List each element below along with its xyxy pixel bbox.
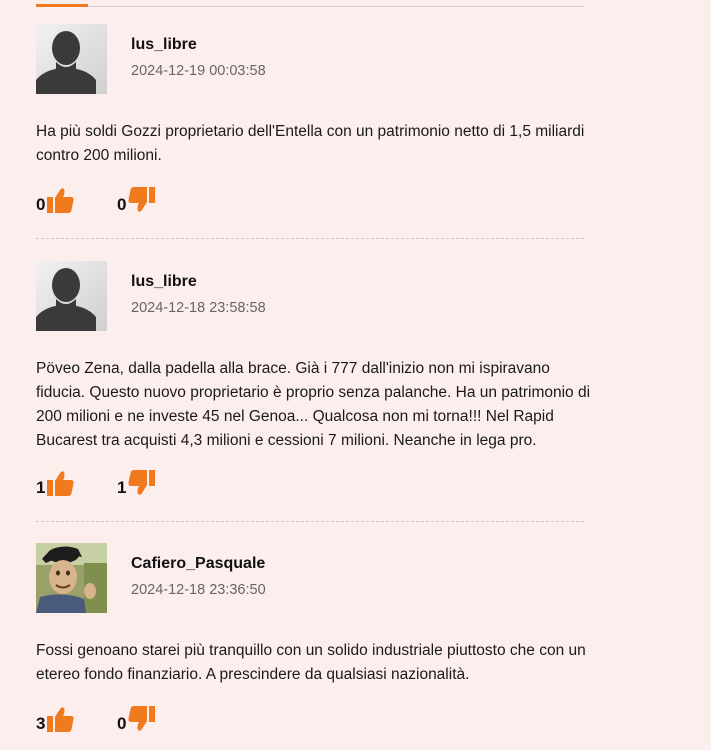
section-accent-bar xyxy=(36,4,88,7)
like-count: 0 xyxy=(36,195,46,214)
comment-date: 2024-12-19 00:03:58 xyxy=(131,63,266,79)
like-button[interactable]: 3 xyxy=(36,706,75,733)
thumbs-down-icon xyxy=(128,470,156,496)
comment-divider xyxy=(36,521,584,522)
dislike-button[interactable]: 0 xyxy=(117,187,156,214)
comment-text: Ha più soldi Gozzi proprietario dell'Ent… xyxy=(36,123,585,164)
like-button[interactable]: 1 xyxy=(36,470,75,497)
dislike-count: 1 xyxy=(117,478,127,497)
thumbs-down-icon xyxy=(128,187,156,213)
dislike-button[interactable]: 1 xyxy=(117,470,156,497)
dislike-button[interactable]: 0 xyxy=(117,706,156,733)
thumbs-up-icon xyxy=(47,706,75,732)
comment-username[interactable]: Cafiero_Pasquale xyxy=(131,555,265,573)
comment-text: Pöveo Zena, dalla padella alla brace. Gi… xyxy=(36,360,591,449)
thumbs-down-icon xyxy=(128,706,156,732)
comment-divider xyxy=(36,238,584,239)
comment-username[interactable]: lus_libre xyxy=(131,36,197,54)
like-button[interactable]: 0 xyxy=(36,187,75,214)
thumbs-up-icon xyxy=(47,470,75,496)
avatar[interactable] xyxy=(36,543,107,613)
dislike-count: 0 xyxy=(117,714,127,733)
comment-date: 2024-12-18 23:58:58 xyxy=(131,300,266,316)
avatar[interactable] xyxy=(36,261,107,331)
section-top-rule xyxy=(36,6,584,7)
comment-date: 2024-12-18 23:36:50 xyxy=(131,582,266,598)
avatar[interactable] xyxy=(36,24,107,94)
comment-item: lus_libre 2024-12-18 23:58:58 Pöveo Zena… xyxy=(36,261,590,461)
comment-username[interactable]: lus_libre xyxy=(131,273,197,291)
like-count: 3 xyxy=(36,714,46,733)
like-count: 1 xyxy=(36,478,46,497)
thumbs-up-icon xyxy=(47,187,75,213)
dislike-count: 0 xyxy=(117,195,127,214)
comment-text: Fossi genoano starei più tranquillo con … xyxy=(36,642,586,683)
